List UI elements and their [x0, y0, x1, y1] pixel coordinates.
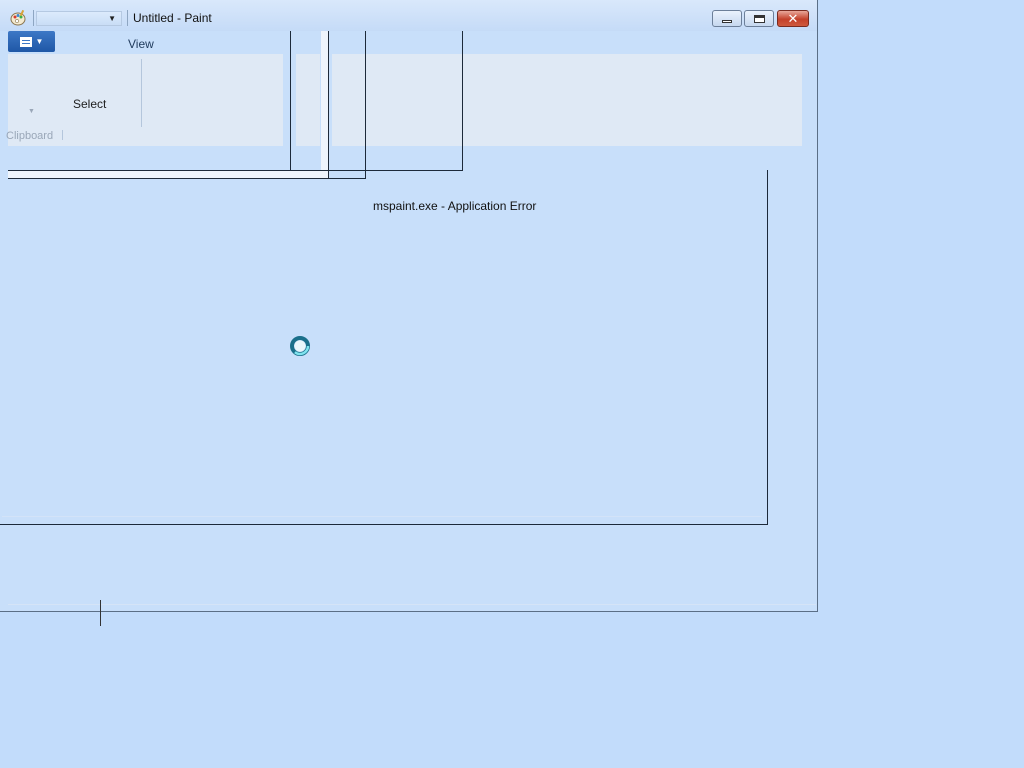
maximize-button[interactable]: [744, 10, 774, 27]
status-bar-divider: [100, 600, 101, 626]
clipboard-group-label: Clipboard: [6, 130, 54, 142]
ghost-border-line: [321, 31, 328, 179]
app-menu-button[interactable]: ▼: [8, 31, 55, 52]
ribbon-menu-icon: [19, 36, 32, 47]
ghost-border-line: [290, 31, 291, 171]
close-icon: ✕: [787, 11, 799, 26]
paint-palette-icon[interactable]: [9, 9, 27, 27]
chevron-down-icon: ▼: [108, 14, 116, 23]
close-button[interactable]: ✕: [777, 10, 809, 27]
chevron-down-icon: ▼: [28, 108, 35, 115]
error-dialog-title: mspaint.exe - Application Error: [373, 199, 537, 213]
tab-view[interactable]: View: [128, 37, 154, 51]
ghost-border-line: [462, 31, 463, 171]
ghost-border-line: [365, 31, 366, 179]
status-bar-top-line: [8, 604, 816, 605]
quick-access-toolbar-dropdown[interactable]: ▼: [36, 11, 122, 26]
select-button[interactable]: Select: [73, 97, 106, 111]
quick-access-separator: [33, 10, 34, 26]
title-separator: [127, 10, 128, 26]
window-title: Untitled - Paint: [133, 11, 212, 25]
ghost-border-line: [328, 31, 329, 179]
ribbon-group-separator: [62, 130, 63, 140]
maximize-icon: [753, 14, 765, 23]
minimize-button[interactable]: [712, 10, 742, 27]
minimize-icon: [722, 19, 732, 23]
chevron-down-icon: ▼: [35, 37, 44, 46]
dialog-inner-border: [2, 516, 762, 517]
title-bar[interactable]: [0, 0, 817, 31]
error-dialog: [0, 170, 768, 525]
ribbon-group-separator: [141, 59, 142, 127]
busy-spinner-icon: [290, 336, 310, 356]
ribbon-panel-right: [332, 54, 802, 146]
ribbon-panel-mid: [296, 54, 320, 146]
